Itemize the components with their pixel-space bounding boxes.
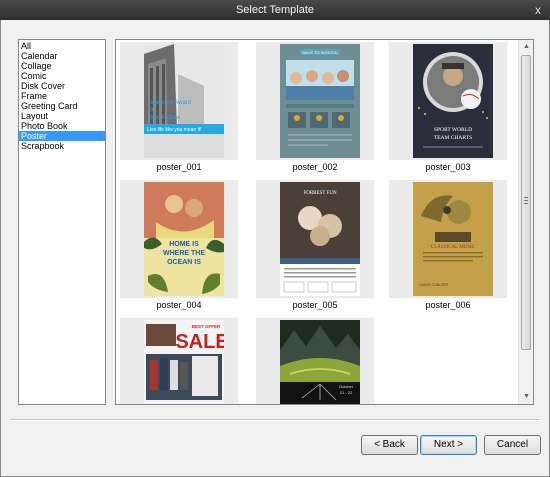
poster-003-title-line-1: SPORT WORLD	[434, 127, 472, 133]
template-label: poster_006	[425, 300, 471, 310]
poster-008-date-line-2: 21 - 22	[340, 390, 353, 395]
next-button[interactable]: Next >	[420, 435, 477, 455]
template-gallery[interactable]: Academy Award for Best Picture Live life…	[115, 39, 534, 405]
thumbnail-frame: Academy Award for Best Picture Live life…	[120, 42, 238, 160]
poster-008-thumbnail: October 21 - 22	[280, 320, 360, 404]
category-item-disk-cover[interactable]: Disk Cover	[19, 81, 105, 91]
poster-003-thumbnail: SPORT WORLD TEAM CHARTS	[413, 44, 493, 158]
template-label: poster_005	[292, 300, 338, 310]
poster-007-thumbnail: BEST OFFER SALE	[144, 320, 224, 404]
poster-004-title-line-2: WHERE THE	[163, 250, 205, 257]
category-list[interactable]: All Calendar Collage Comic Disk Cover Fr…	[18, 39, 106, 405]
close-icon[interactable]: x	[530, 2, 546, 18]
thumbnail-frame: BACK TO SCHOOL	[256, 42, 374, 160]
poster-004-title-line-1: HOME IS	[169, 241, 199, 248]
poster-001-tagline: Live life like you mean it!	[147, 127, 201, 133]
poster-002-thumbnail: BACK TO SCHOOL	[280, 44, 360, 158]
category-item-calendar[interactable]: Calendar	[19, 51, 105, 61]
poster-005-title: FORREST FUN	[303, 191, 337, 196]
scroll-up-icon[interactable]: ▲	[519, 40, 533, 54]
poster-001-title-line-1: Academy Award	[148, 100, 191, 106]
vertical-scrollbar[interactable]: ▲ ▼	[518, 40, 533, 404]
poster-007-title: SALE	[175, 331, 224, 353]
poster-001-title-line-3: Best Picture	[148, 115, 181, 121]
poster-004-thumbnail: HOME IS WHERE THE OCEAN IS	[144, 182, 224, 296]
poster-006-thumbnail: CLASSICAL MUSIC LIVING CONCERT	[413, 182, 493, 296]
poster-002-banner: BACK TO SCHOOL	[302, 50, 338, 55]
thumbnail-frame: SPORT WORLD TEAM CHARTS	[389, 42, 507, 160]
category-item-layout[interactable]: Layout	[19, 111, 105, 121]
thumbnail-frame: FORREST FUN	[256, 180, 374, 298]
back-button[interactable]: < Back	[361, 435, 418, 455]
poster-006-subtitle: LIVING CONCERT	[419, 283, 450, 287]
template-label: poster_004	[156, 300, 202, 310]
poster-001-title-line-2: for	[148, 107, 155, 113]
footer-separator	[10, 419, 540, 421]
scrollbar-thumb[interactable]	[521, 55, 531, 350]
window-title: Select Template	[235, 4, 315, 16]
scroll-down-icon[interactable]: ▼	[519, 390, 533, 404]
category-item-frame[interactable]: Frame	[19, 91, 105, 101]
category-item-scrapbook[interactable]: Scrapbook	[19, 141, 105, 151]
template-card-poster-002[interactable]: BACK TO SCHOOL poster_002	[256, 42, 374, 177]
category-item-collage[interactable]: Collage	[19, 61, 105, 71]
thumbnail-frame: BEST OFFER SALE	[120, 318, 238, 404]
template-card-poster-004[interactable]: HOME IS WHERE THE OCEAN IS poster_004	[120, 180, 238, 315]
thumbnail-frame: October 21 - 22	[256, 318, 374, 404]
template-card-poster-006[interactable]: CLASSICAL MUSIC LIVING CONCERT poster_00…	[389, 180, 507, 315]
poster-008-date-line-1: October	[339, 384, 354, 389]
poster-005-thumbnail: FORREST FUN	[280, 182, 360, 296]
thumbnail-frame: CLASSICAL MUSIC LIVING CONCERT	[389, 180, 507, 298]
poster-001-thumbnail: Academy Award for Best Picture Live life…	[144, 44, 224, 158]
category-item-photo-book[interactable]: Photo Book	[19, 121, 105, 131]
template-card-poster-007[interactable]: BEST OFFER SALE poster_007	[120, 318, 238, 404]
template-card-poster-008[interactable]: October 21 - 22 poster_008	[256, 318, 374, 404]
template-card-poster-005[interactable]: FORREST FUN poster_005	[256, 180, 374, 315]
poster-003-title-line-2: TEAM CHARTS	[434, 135, 472, 141]
template-card-poster-001[interactable]: Academy Award for Best Picture Live life…	[120, 42, 238, 177]
poster-004-title-line-3: OCEAN IS	[167, 259, 201, 266]
title-bar: Select Template x	[0, 0, 550, 20]
template-card-poster-003[interactable]: SPORT WORLD TEAM CHARTS poster_003	[389, 42, 507, 177]
cancel-button[interactable]: Cancel	[484, 435, 541, 455]
category-item-poster[interactable]: Poster	[19, 131, 105, 141]
grip-icon	[524, 197, 528, 204]
poster-006-title: CLASSICAL MUSIC	[431, 245, 476, 250]
template-label: poster_002	[292, 162, 338, 172]
template-label: poster_003	[425, 162, 471, 172]
category-item-greeting-card[interactable]: Greeting Card	[19, 101, 105, 111]
poster-007-badge: BEST OFFER	[192, 324, 221, 329]
template-label: poster_001	[156, 162, 202, 172]
category-item-all[interactable]: All	[19, 41, 105, 51]
thumbnail-frame: HOME IS WHERE THE OCEAN IS	[120, 180, 238, 298]
category-item-comic[interactable]: Comic	[19, 71, 105, 81]
